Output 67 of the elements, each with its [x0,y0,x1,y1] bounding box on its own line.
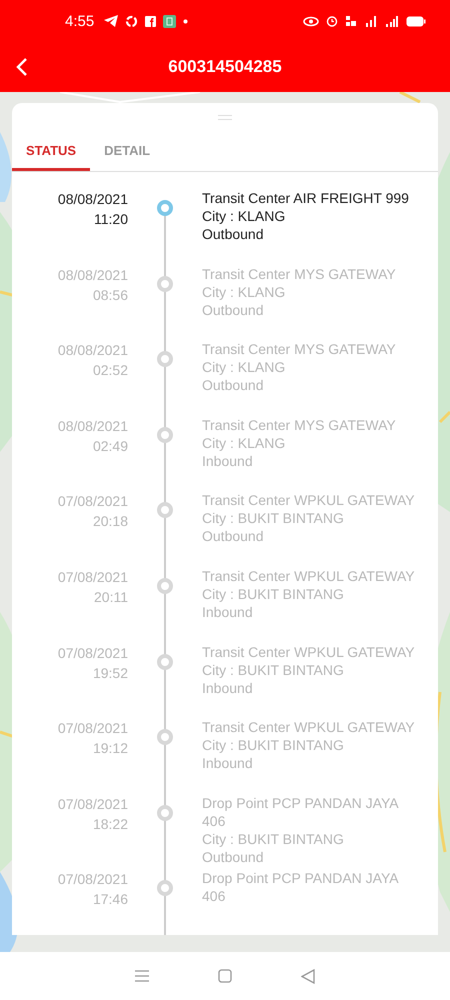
event-detail: Transit Center AIR FREIGHT 999 [202,189,409,207]
tracking-number-title: 600314504285 [168,57,282,77]
alarm-icon [326,15,338,27]
event-detail: Outbound [202,225,264,243]
event-detail: City : KLANG [202,434,286,452]
event-date: 07/08/2021 [58,719,128,738]
event-detail: Outbound [202,300,264,319]
event-detail: Drop Point PCP PANDAN JAYA 406 [202,794,400,830]
event-detail: City : KLANG [202,207,286,225]
event-detail: Outbound [202,376,264,394]
event-detail: Transit Center MYS GATEWAY [202,340,396,358]
event-detail: Transit Center WPKUL GATEWAY [202,491,415,510]
event-time: 08:56 [92,286,128,305]
tab[interactable]: STATUS [12,137,90,171]
tab[interactable]: DETAIL [90,137,164,171]
event-detail: Outbound [202,527,264,546]
event-date: 07/08/2021 [58,794,128,814]
signal-icon [364,15,378,27]
signal-icon [385,15,399,27]
back-triangle-icon[interactable] [301,968,316,984]
event-time: 11:20 [94,210,128,229]
event-detail: Inbound [202,452,254,470]
square-icon[interactable] [218,969,232,983]
event-date: 08/08/2021 [58,266,128,285]
event-detail: Inbound [202,754,254,772]
dot-icon [183,18,188,24]
event-detail: Transit Center WPKUL GATEWAY [202,642,415,661]
back-icon[interactable] [16,57,28,77]
event-date: 07/08/2021 [58,568,128,587]
event-detail: City : BUKIT BINTANG [202,509,345,528]
battery-icon [406,16,426,26]
event-detail: Transit Center WPKUL GATEWAY [202,718,415,736]
status-time: 4:55 [65,12,94,30]
sync-icon [125,14,138,28]
event-date: 07/08/2021 [58,870,128,890]
event-detail: Transit Center MYS GATEWAY [202,416,396,434]
event-detail: Transit Center WPKUL GATEWAY [202,566,415,585]
event-time: 18:22 [92,814,128,834]
facebook-icon [145,16,156,26]
event-date: 08/08/2021 [58,190,128,209]
event-time: 20:11 [94,588,128,607]
event-detail: Outbound [202,848,264,866]
event-detail: City : KLANG [202,358,286,376]
event-time: 20:18 [92,512,128,532]
event-time: 19:12 [92,739,128,758]
event-detail: City : BUKIT BINTANG [202,660,345,679]
event-time: 02:49 [92,436,128,456]
menu-icon[interactable] [134,970,149,982]
drag-handle[interactable] [218,115,232,120]
event-detail: City : BUKIT BINTANG [202,830,345,848]
event-detail: Inbound [202,602,254,621]
eye-icon [303,16,319,26]
event-date: 08/08/2021 [58,416,128,436]
event-date: 08/08/2021 [58,341,128,360]
event-time: 17:46 [92,890,128,910]
event-time: 02:52 [92,361,128,380]
event-date: 07/08/2021 [58,644,128,663]
event-date: 07/08/2021 [58,492,128,512]
paper-plane-icon [104,15,118,27]
event-detail: City : KLANG [202,282,286,301]
event-detail: Inbound [202,678,254,697]
app-icon [163,14,176,28]
event-detail: City : BUKIT BINTANG [202,736,345,754]
event-detail: Drop Point PCP PANDAN JAYA 406 [202,869,400,906]
event-detail: City : BUKIT BINTANG [202,584,345,603]
event-time: 19:52 [92,664,128,683]
event-detail: Transit Center MYS GATEWAY [202,264,396,283]
